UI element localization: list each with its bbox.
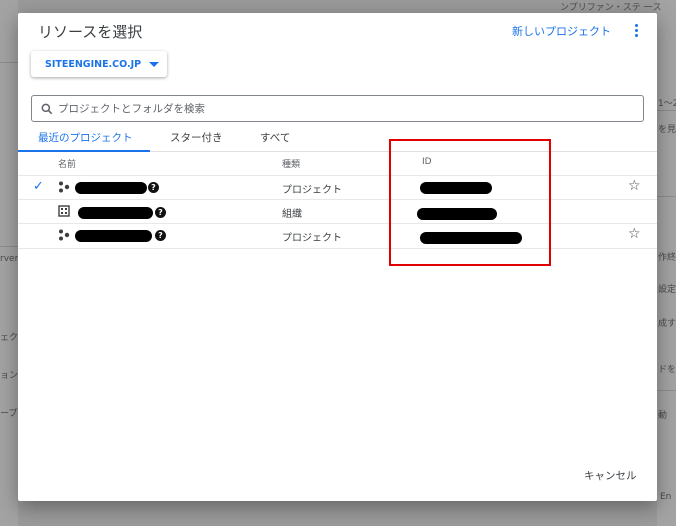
project-icon — [59, 181, 70, 193]
star-outline-icon[interactable]: ☆ — [628, 226, 641, 242]
id-column-highlight-annotation — [389, 139, 551, 266]
organization-icon — [58, 205, 70, 217]
help-icon[interactable]: ? — [155, 207, 166, 218]
tab-all[interactable]: すべて — [260, 130, 290, 145]
table-row[interactable]: ? プロジェクト ☆ — [18, 223, 657, 247]
help-icon[interactable]: ? — [148, 182, 159, 193]
tab-starred[interactable]: スター付き — [170, 130, 223, 145]
background-divider — [657, 390, 676, 391]
table-row[interactable]: ? 組織 — [18, 199, 657, 223]
background-text: 作終 — [658, 253, 676, 263]
background-divider — [657, 196, 676, 197]
background-text: 設定す — [658, 285, 676, 295]
background-right-panel — [657, 0, 676, 526]
background-divider — [0, 246, 18, 247]
select-resource-dialog: リソースを選択 新しいプロジェクト SITEENGINE.CO.JP 最近のプロ… — [18, 13, 657, 501]
tab-recent[interactable]: 最近のプロジェクト — [38, 130, 133, 145]
background-text: ョン — [0, 371, 18, 381]
help-icon[interactable]: ? — [155, 230, 166, 241]
search-input[interactable] — [58, 102, 643, 115]
background-text: ドを — [658, 365, 676, 375]
dialog-title: リソースを選択 — [38, 23, 143, 41]
selected-check-icon: ✓ — [33, 179, 44, 194]
redacted-project-name — [75, 230, 152, 242]
resource-type: 組織 — [282, 209, 302, 220]
resource-type: プロジェクト — [282, 233, 342, 244]
tab-bar: 最近のプロジェクト スター付き すべて — [18, 126, 657, 152]
background-text: En — [660, 492, 672, 502]
redacted-project-name — [75, 182, 147, 194]
background-text: 成す — [658, 319, 676, 329]
redacted-organization-name — [78, 207, 153, 219]
star-outline-icon[interactable]: ☆ — [628, 178, 641, 194]
active-tab-indicator — [18, 150, 150, 152]
background-text: 1〜2 — [658, 99, 676, 109]
resource-type: プロジェクト — [282, 185, 342, 196]
background-text: 動 — [658, 411, 668, 421]
background-divider — [657, 110, 676, 111]
background-text: ンプリファン・ステ 一ス — [560, 3, 662, 13]
background-text: rver — [0, 254, 18, 264]
background-text: ープ — [0, 409, 18, 419]
new-project-link[interactable]: 新しいプロジェクト — [512, 23, 611, 39]
background-divider — [0, 62, 18, 63]
table-row[interactable]: ✓ ? プロジェクト ☆ — [18, 175, 657, 199]
more-vert-icon[interactable] — [630, 22, 642, 42]
cancel-button[interactable]: キャンセル — [584, 468, 637, 483]
table-bottom-divider — [18, 248, 657, 249]
organization-select[interactable]: SITEENGINE.CO.JP — [31, 51, 167, 77]
background-text: を見 — [658, 125, 676, 135]
column-header-name: 名前 — [58, 160, 77, 170]
caret-down-icon — [149, 61, 160, 67]
project-icon — [59, 229, 70, 241]
organization-select-value: SITEENGINE.CO.JP — [45, 58, 142, 70]
search-box[interactable] — [31, 95, 644, 122]
background-text: ェク — [0, 333, 18, 343]
column-header-type: 種類 — [282, 160, 301, 170]
search-icon — [41, 103, 53, 114]
